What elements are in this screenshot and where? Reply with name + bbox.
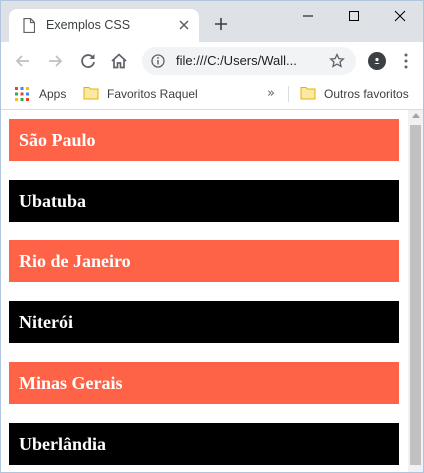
folder-icon (300, 87, 316, 100)
new-tab-icon[interactable] (214, 17, 228, 31)
apps-grid-icon (15, 87, 29, 101)
minimize-button[interactable] (285, 1, 331, 31)
city-block-niteroi: Niterói (9, 301, 399, 343)
bookmark-favoritos-raquel[interactable]: Favoritos Raquel (83, 85, 203, 103)
page-content: São Paulo Ubatuba Rio de Janeiro Niterói… (1, 110, 408, 472)
more-options-icon[interactable] (403, 53, 409, 69)
city-block-sao-paulo: São Paulo (9, 119, 399, 161)
city-block-uberlandia: Uberlândia (9, 423, 399, 465)
bookmark-apps[interactable]: Apps (15, 85, 75, 103)
bookmark-label: Favoritos Raquel (107, 87, 198, 101)
vertical-scrollbar[interactable] (408, 110, 423, 472)
bookmark-star-icon[interactable] (329, 53, 345, 69)
city-block-rio-de-janeiro: Rio de Janeiro (9, 240, 399, 282)
bookmarks-bar: Apps Favoritos Raquel » Outros favoritos (1, 80, 423, 110)
maximize-icon (349, 11, 359, 21)
tab-strip: Exemplos CSS (1, 1, 423, 42)
city-block-minas-gerais: Minas Gerais (9, 362, 399, 404)
maximize-button[interactable] (331, 1, 377, 31)
city-block-ubatuba: Ubatuba (9, 180, 399, 222)
toolbar: file:///C:/Users/Wall... (1, 42, 423, 80)
scroll-up-arrow-icon[interactable] (412, 113, 420, 118)
minimize-icon (303, 15, 313, 17)
address-bar[interactable]: file:///C:/Users/Wall... (142, 47, 356, 75)
close-window-button[interactable] (377, 1, 423, 31)
reload-icon[interactable] (78, 51, 98, 71)
profile-avatar[interactable] (368, 52, 386, 70)
bookmark-label: Outros favoritos (324, 87, 409, 101)
browser-window: Exemplos CSS file:///C:/Users/Wall... Ap… (0, 0, 424, 473)
person-icon (374, 57, 380, 64)
bookmarks-separator (288, 86, 289, 102)
tab-title: Exemplos CSS (46, 18, 131, 32)
bookmark-outros-favoritos[interactable]: Outros favoritos (300, 85, 420, 103)
home-icon[interactable] (109, 51, 129, 71)
bookmarks-overflow-chevron[interactable]: » (267, 86, 275, 102)
info-icon[interactable] (151, 54, 165, 68)
tab-exemplos-css[interactable]: Exemplos CSS (9, 9, 199, 42)
url-text: file:///C:/Users/Wall... (176, 53, 297, 68)
close-tab-icon[interactable] (177, 18, 191, 32)
back-arrow-icon[interactable] (13, 51, 33, 71)
document-icon (23, 18, 35, 33)
bookmark-label: Apps (39, 87, 67, 101)
folder-icon (83, 87, 99, 100)
forward-arrow-icon[interactable] (45, 51, 65, 71)
scrollbar-thumb[interactable] (410, 125, 421, 465)
close-icon (394, 10, 406, 22)
